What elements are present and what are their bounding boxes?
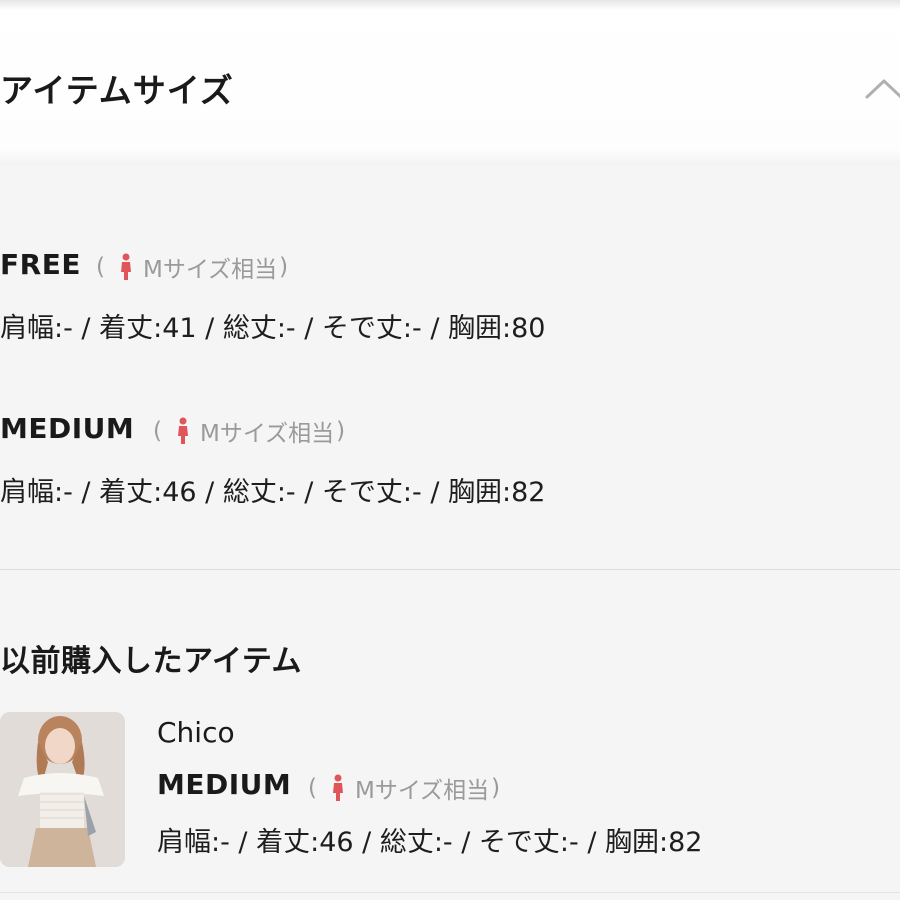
size-label-medium: MEDIUM [0, 412, 135, 445]
section-divider [0, 569, 900, 570]
chevron-up-icon[interactable] [864, 74, 900, 102]
purchased-item-size-label: MEDIUM [157, 768, 292, 801]
size-equivalent-text: Mサイズ相当 [354, 778, 490, 804]
size-equivalent-text: Mサイズ相当 [199, 421, 335, 447]
size-label-free: FREE [0, 248, 81, 281]
size-equivalent-text: Mサイズ相当 [142, 257, 278, 283]
product-thumbnail[interactable] [0, 712, 125, 867]
item-size-title: アイテムサイズ [0, 71, 234, 110]
purchase-history-title: 以前購入したアイテム [0, 644, 302, 679]
size-equivalent-medium: ( Mサイズ相当 ) [153, 414, 345, 448]
person-icon [120, 253, 131, 280]
person-icon [177, 417, 188, 444]
purchased-item-equivalent: ( Mサイズ相当 ) [308, 771, 500, 805]
purchased-item-brand[interactable]: Chico [157, 716, 235, 749]
size-measurements-free: 肩幅:- / 着丈:41 / 総丈:- / そで丈:- / 胸囲:80 [0, 313, 546, 344]
size-equivalent-free: ( Mサイズ相当 ) [96, 250, 288, 284]
purchased-item-measurements: 肩幅:- / 着丈:46 / 総丈:- / そで丈:- / 胸囲:82 [157, 827, 703, 858]
bottom-divider [0, 892, 900, 893]
product-photo [0, 712, 125, 867]
size-measurements-medium: 肩幅:- / 着丈:46 / 総丈:- / そで丈:- / 胸囲:82 [0, 477, 546, 508]
person-icon [332, 774, 343, 801]
